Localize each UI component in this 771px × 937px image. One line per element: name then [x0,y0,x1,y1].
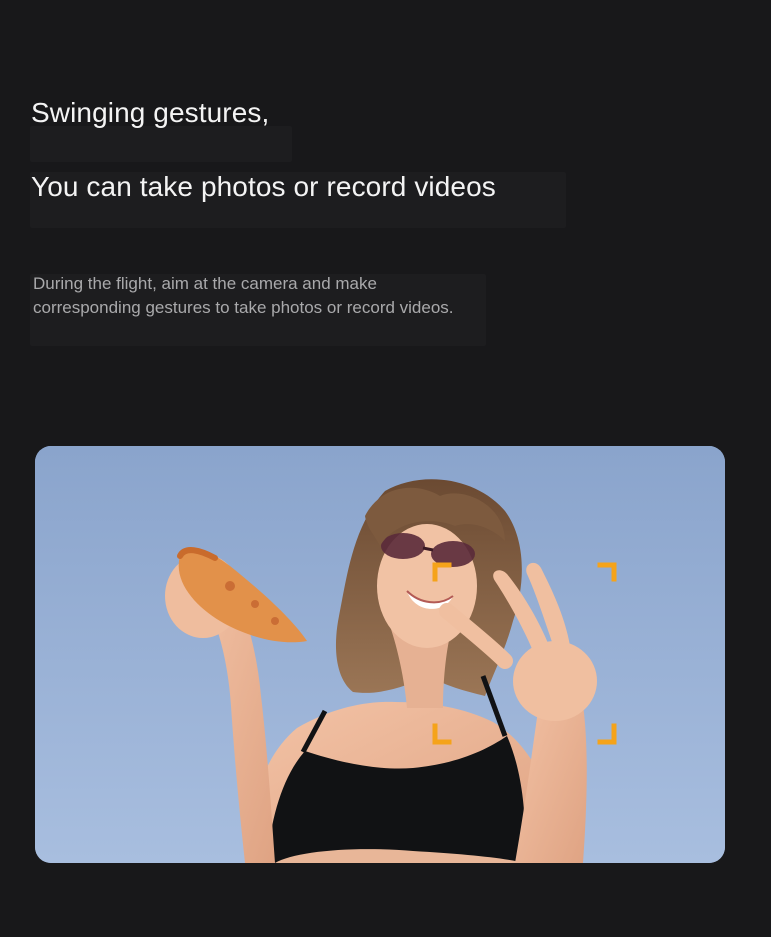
gesture-photo [35,446,725,863]
headline-line-1: Swinging gestures, [31,97,270,128]
right-hand [513,641,597,721]
feature-description: During the flight, aim at the camera and… [33,274,454,317]
headline-shadow-1 [30,126,292,162]
headline-line-2: You can take photos or record videos [31,171,496,202]
gesture-photo-illustration [35,446,725,863]
